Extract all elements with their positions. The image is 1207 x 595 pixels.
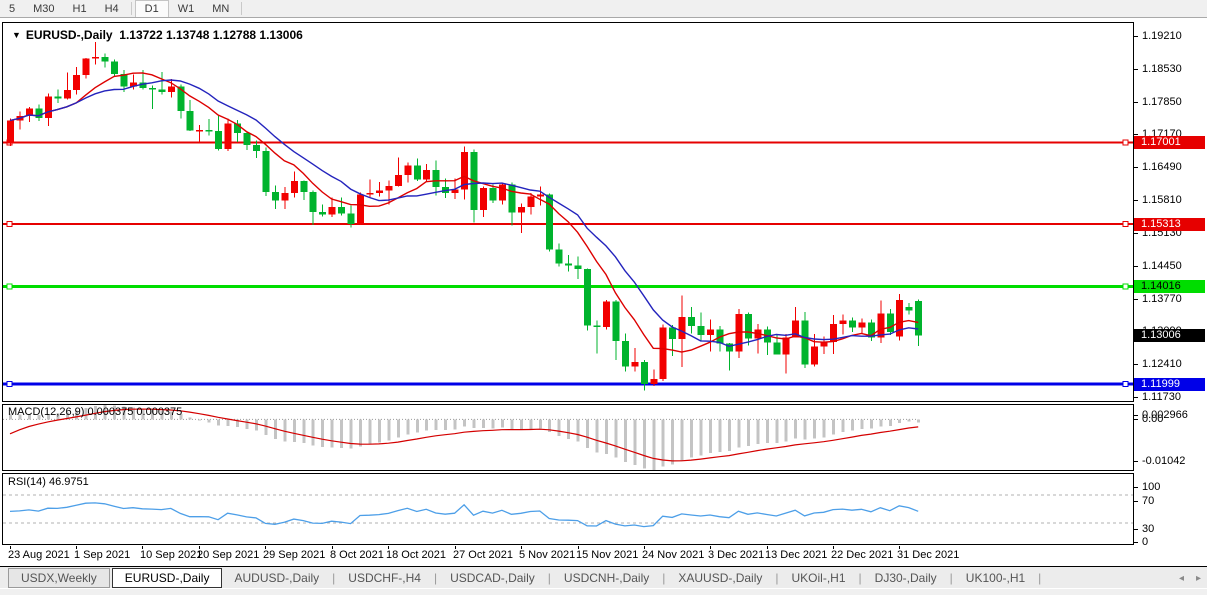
time-axis-label: 15 Nov 2021 bbox=[576, 549, 638, 561]
time-axis-label: 27 Oct 2021 bbox=[453, 549, 513, 561]
time-axis-label: 10 Sep 2021 bbox=[140, 549, 202, 561]
price-axis-tick-label: 1.18530 bbox=[1142, 63, 1182, 75]
macd-axis-tick bbox=[1134, 415, 1138, 416]
macd-label: MACD(12,26,9) 0.000375 0.000375 bbox=[8, 406, 182, 418]
timeframe-toolbar: 5M30H1H4 D1W1MN bbox=[0, 0, 1207, 18]
macd-axis-label: -0.01042 bbox=[1142, 455, 1185, 467]
toolbar-separator bbox=[131, 2, 132, 15]
macd-axis-label: 0.00 bbox=[1142, 413, 1163, 425]
rsi-axis-tick bbox=[1134, 542, 1138, 543]
price-axis-tick-label: 1.17850 bbox=[1142, 96, 1182, 108]
time-axis-label: 29 Sep 2021 bbox=[263, 549, 325, 561]
chart-tab-dj30-daily[interactable]: DJ30-,Daily bbox=[863, 569, 949, 587]
timeframe-button-w1[interactable]: W1 bbox=[169, 0, 204, 17]
price-axis-tick bbox=[1134, 397, 1138, 398]
hline-price-badge: 1.14016 bbox=[1134, 280, 1205, 293]
rsi-axis-label: 70 bbox=[1142, 495, 1154, 507]
moving-average-line-13[interactable] bbox=[10, 80, 918, 346]
price-axis-tick-label: 1.13770 bbox=[1142, 293, 1182, 305]
timeframe-button-5[interactable]: 5 bbox=[0, 0, 24, 17]
main-price-chart-panel[interactable] bbox=[2, 22, 1134, 402]
chart-ohlc-values: 1.13722 1.13748 1.12788 1.13006 bbox=[119, 28, 303, 42]
rsi-axis-tick bbox=[1134, 487, 1138, 488]
price-axis-tick-label: 1.19210 bbox=[1142, 30, 1182, 42]
timeframe-button-h1[interactable]: H1 bbox=[64, 0, 96, 17]
time-axis-label: 13 Dec 2021 bbox=[765, 549, 827, 561]
symbol-dropdown-icon[interactable]: ▼ bbox=[12, 30, 21, 40]
rsi-axis-label: 30 bbox=[1142, 523, 1154, 535]
time-axis-label: 24 Nov 2021 bbox=[642, 549, 704, 561]
price-axis-tick-label: 1.11730 bbox=[1142, 391, 1181, 403]
time-axis-label: 1 Sep 2021 bbox=[74, 549, 130, 561]
time-axis-label: 8 Oct 2021 bbox=[330, 549, 384, 561]
rsi-axis-label: 100 bbox=[1142, 481, 1160, 493]
price-axis[interactable]: 1.192101.185301.178501.171701.164901.158… bbox=[1134, 22, 1207, 546]
rsi-axis-tick bbox=[1134, 501, 1138, 502]
time-axis-label: 22 Dec 2021 bbox=[831, 549, 893, 561]
price-axis-tick-label: 1.14450 bbox=[1142, 260, 1182, 272]
hline-price-badge: 1.17001 bbox=[1134, 136, 1205, 149]
price-axis-tick bbox=[1134, 364, 1138, 365]
hline-price-badge: 1.15313 bbox=[1134, 218, 1205, 231]
tab-scroll-arrows: ◂▸ bbox=[1179, 573, 1201, 584]
price-axis-tick bbox=[1134, 167, 1138, 168]
price-axis-tick bbox=[1134, 299, 1138, 300]
time-axis-label: 18 Oct 2021 bbox=[386, 549, 446, 561]
price-axis-tick-label: 1.15810 bbox=[1142, 194, 1182, 206]
time-axis-label: 23 Aug 2021 bbox=[8, 549, 70, 561]
chart-tab-xauusd-daily[interactable]: XAUUSD-,Daily bbox=[666, 569, 774, 587]
mt4-application-window: 5M30H1H4 D1W1MN ▼ EURUSD-,Daily 1.13722 1.… bbox=[0, 0, 1207, 595]
timeframe-button-mn[interactable]: MN bbox=[203, 0, 238, 17]
price-axis-tick bbox=[1134, 134, 1138, 135]
time-axis-label: 20 Sep 2021 bbox=[197, 549, 259, 561]
current-price-badge: 1.13006 bbox=[1134, 329, 1205, 342]
chart-tab-ukoil-h1[interactable]: UKOil-,H1 bbox=[780, 569, 858, 587]
toolbar-separator bbox=[241, 2, 242, 15]
timeframe-button-h4[interactable]: H4 bbox=[96, 0, 128, 17]
price-axis-tick bbox=[1134, 200, 1138, 201]
price-axis-tick bbox=[1134, 233, 1138, 234]
chart-tab-eurusd-daily[interactable]: EURUSD-,Daily bbox=[112, 568, 223, 588]
chart-tab-bar: USDX,WeeklyEURUSD-,DailyAUDUSD-,Daily | US… bbox=[0, 566, 1207, 589]
time-axis[interactable]: 23 Aug 2021 1 Sep 2021 10 Sep 202120 Sep 2… bbox=[0, 546, 1207, 564]
rsi-canvas[interactable] bbox=[3, 474, 1133, 544]
price-axis-tick-label: 1.16490 bbox=[1142, 161, 1182, 173]
price-axis-tick bbox=[1134, 102, 1138, 103]
chart-tab-usdcad-daily[interactable]: USDCAD-,Daily bbox=[438, 569, 547, 587]
rsi-indicator-panel[interactable] bbox=[2, 473, 1134, 545]
chart-tab-usdcnh-daily[interactable]: USDCNH-,Daily bbox=[552, 569, 661, 587]
price-chart-canvas[interactable] bbox=[3, 23, 1133, 401]
tab-separator: | bbox=[1037, 571, 1042, 585]
rsi-axis-tick bbox=[1134, 529, 1138, 530]
chart-tab-audusd-daily[interactable]: AUDUSD-,Daily bbox=[222, 569, 331, 587]
macd-axis-tick bbox=[1134, 461, 1138, 462]
chart-tab-usdx-weekly[interactable]: USDX,Weekly bbox=[8, 568, 110, 588]
time-axis-label: 5 Nov 2021 bbox=[519, 549, 575, 561]
price-axis-tick bbox=[1134, 69, 1138, 70]
status-strip bbox=[0, 588, 1207, 595]
timeframe-button-d1[interactable]: D1 bbox=[135, 0, 169, 17]
tab-scroll-right-icon[interactable]: ▸ bbox=[1196, 573, 1201, 584]
timeframe-button-m30[interactable]: M30 bbox=[24, 0, 63, 17]
chart-tab-uk100-h1[interactable]: UK100-,H1 bbox=[954, 569, 1037, 587]
time-axis-label: 31 Dec 2021 bbox=[897, 549, 959, 561]
hline-price-badge: 1.11999 bbox=[1134, 378, 1205, 391]
chart-tab-usdchf-h4[interactable]: USDCHF-,H4 bbox=[336, 569, 433, 587]
price-axis-tick bbox=[1134, 36, 1138, 37]
moving-average-line-8[interactable] bbox=[10, 73, 918, 352]
rsi-line bbox=[10, 503, 918, 527]
tab-scroll-left-icon[interactable]: ◂ bbox=[1179, 573, 1184, 584]
chart-title: ▼ EURUSD-,Daily 1.13722 1.13748 1.12788 1… bbox=[12, 28, 303, 42]
chart-symbol-label: EURUSD-,Daily bbox=[26, 28, 113, 42]
rsi-label: RSI(14) 46.9751 bbox=[8, 476, 89, 488]
time-axis-label: 3 Dec 2021 bbox=[708, 549, 764, 561]
price-axis-tick-label: 1.12410 bbox=[1142, 358, 1182, 370]
price-axis-tick bbox=[1134, 266, 1138, 267]
macd-axis-tick bbox=[1134, 419, 1138, 420]
